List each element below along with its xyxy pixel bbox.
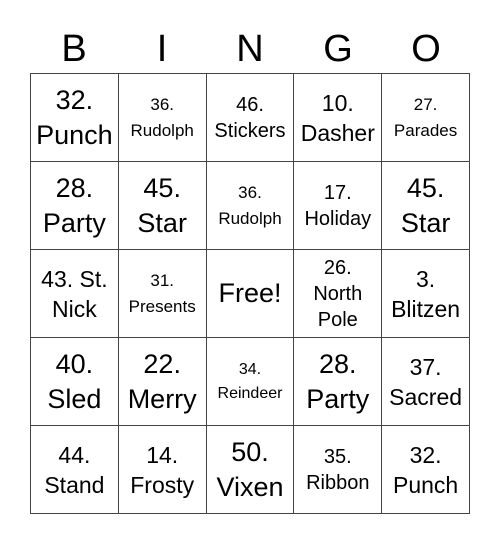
bingo-cell[interactable]: 36. Rudolph [206,162,295,250]
bingo-cell[interactable]: 28. Party [31,162,119,250]
cell-label: 17. Holiday [304,181,372,230]
cell-label: 10. Dasher [300,89,375,146]
cell-label: 50. Vixen [216,436,284,502]
cell-label: 45. Star [400,172,451,238]
free-space-cell[interactable]: Free! [206,250,295,338]
bingo-cell[interactable]: 22. Merry [118,338,207,426]
cell-label: 27. Parades [393,94,458,140]
cell-label: 22. Merry [127,348,197,414]
cell-label: 43. St. Nick [41,265,108,322]
cell-label: 45. Star [137,172,187,238]
bingo-cell[interactable]: 46. Stickers [206,74,295,162]
bingo-cell[interactable]: 44. Stand [31,426,119,514]
cell-label: 40. Sled [47,348,102,414]
bingo-cell[interactable]: 3. Blitzen [382,250,470,338]
bingo-cell[interactable]: 35. Ribbon [294,426,383,514]
bingo-cell[interactable]: 14. Frosty [118,426,207,514]
bingo-cell[interactable]: 50. Vixen [206,426,295,514]
bingo-cell[interactable]: 45. Star [382,162,470,250]
bingo-cell[interactable]: 34. Reindeer [206,338,295,426]
bingo-cell[interactable]: 37. Sacred [382,338,470,426]
bingo-cell[interactable]: 32. Punch [31,74,119,162]
bingo-header: B I N G O [30,24,470,74]
bingo-cell[interactable]: 40. Sled [31,338,119,426]
cell-label: 14. Frosty [130,441,195,498]
cell-label: Free! [218,278,282,308]
bingo-cell[interactable]: 45. Star [118,162,207,250]
cell-label: 34. Reindeer [217,360,283,402]
bingo-grid: 32. Punch 36. Rudolph 46. Stickers 10. Dasher 27… [30,73,470,514]
header-letter-g: G [323,28,353,70]
cell-label: 32. Punch [36,84,113,150]
bingo-cell[interactable]: 43. St. Nick [31,250,119,338]
bingo-cell[interactable]: 32. Punch [382,426,470,514]
cell-label: 36. Rudolph [130,94,194,140]
cell-label: 32. Punch [392,441,459,498]
cell-label: 37. Sacred [389,353,463,410]
cell-label: 35. Ribbon [306,445,370,494]
bingo-cell[interactable]: 27. Parades [382,74,470,162]
cell-label: 28. Party [306,348,370,414]
cell-label: 36. Rudolph [218,182,282,228]
header-letter-i: I [156,28,168,70]
cell-label: 3. Blitzen [391,265,461,322]
bingo-cell[interactable]: 10. Dasher [294,74,383,162]
cell-label: 26. North Pole [313,256,363,331]
bingo-cell[interactable]: 31. Presents [118,250,207,338]
header-letter-n: N [236,28,264,70]
header-letter-o: O [411,28,441,70]
bingo-cell[interactable]: 28. Party [294,338,383,426]
cell-label: 28. Party [42,172,106,238]
cell-label: 46. Stickers [214,93,286,142]
bingo-cell[interactable]: 36. Rudolph [118,74,207,162]
bingo-cell[interactable]: 26. North Pole [294,250,383,338]
header-letter-b: B [61,28,87,70]
cell-label: 44. Stand [44,441,105,498]
cell-label: 31. Presents [128,270,196,316]
bingo-cell[interactable]: 17. Holiday [294,162,383,250]
